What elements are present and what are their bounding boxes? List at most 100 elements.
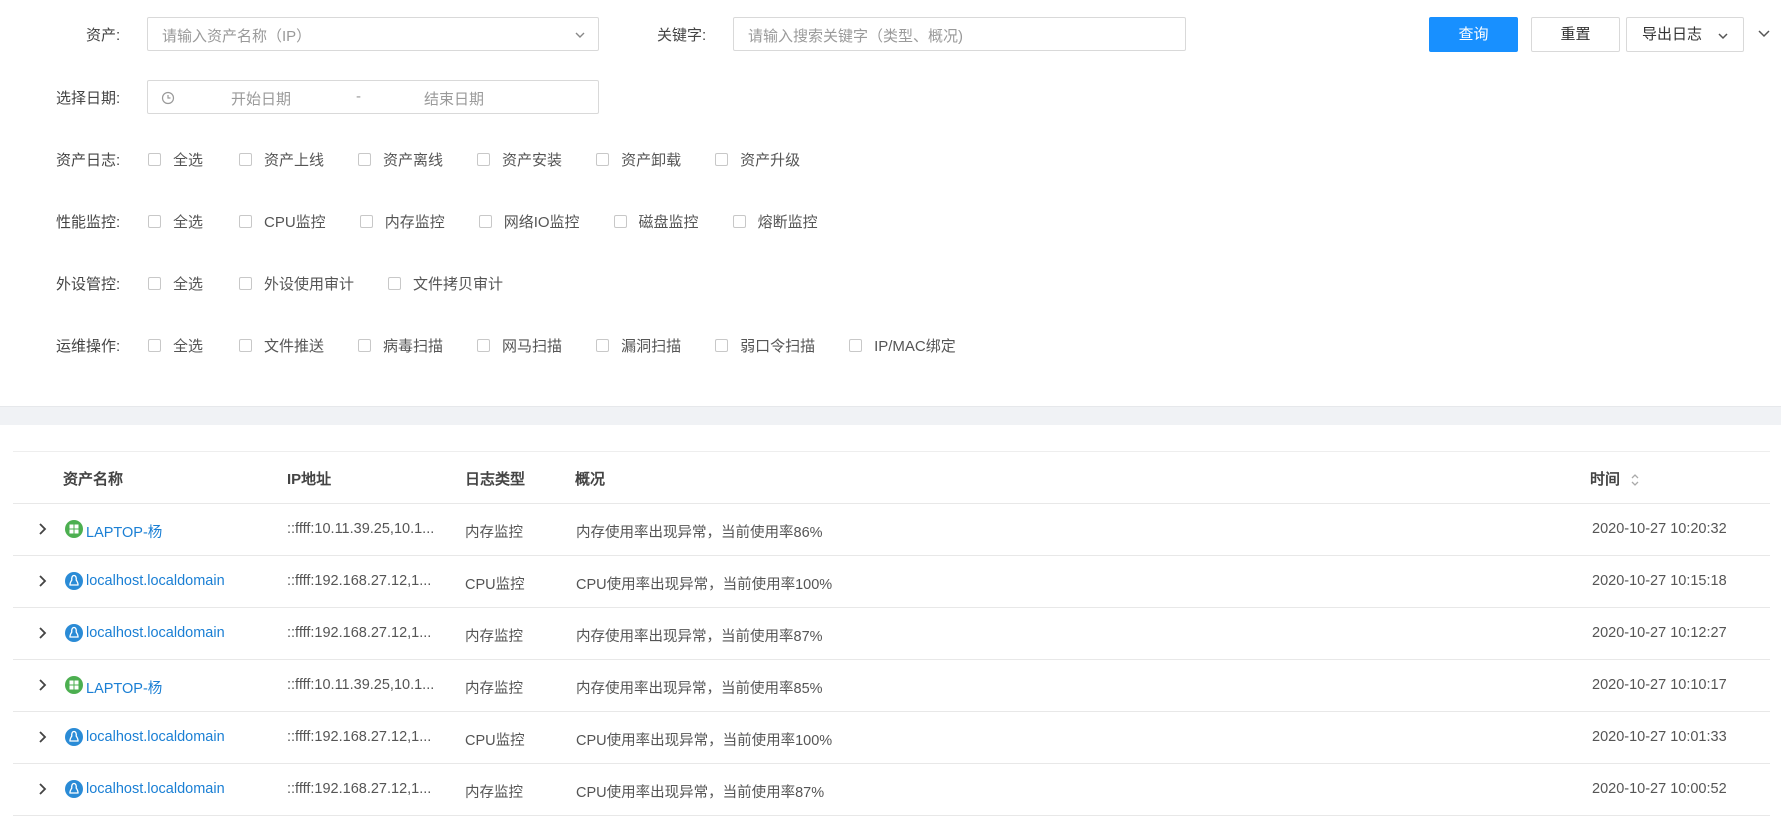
keyword-input[interactable]: 请输入搜索关键字（类型、概况): [733, 17, 1186, 51]
chevron-right-icon[interactable]: [35, 781, 51, 797]
checkbox-file-copy-audit[interactable]: 文件拷贝审计: [388, 273, 503, 294]
table-row[interactable]: LAPTOP-杨 ::ffff:10.11.39.25,10.1... 内存监控…: [13, 660, 1770, 712]
chevron-right-icon[interactable]: [35, 729, 51, 745]
summary: 内存使用率出现异常，当前使用率85%: [576, 681, 823, 697]
checkbox-box[interactable]: [148, 214, 161, 228]
table-row[interactable]: localhost.localdomain ::ffff:192.168.27.…: [13, 608, 1770, 660]
header-time-label: 时间: [1590, 471, 1621, 488]
log-time: 2020-10-27 10:20:32: [1592, 521, 1727, 537]
checkbox-peripheral-usage-audit[interactable]: 外设使用审计: [239, 273, 354, 294]
asset-name-link[interactable]: localhost.localdomain: [86, 625, 225, 641]
checkbox-memory-monitor[interactable]: 内存监控: [359, 211, 445, 232]
checkbox-virus-scan[interactable]: 病毒扫描: [358, 335, 443, 356]
checkbox-box[interactable]: [715, 152, 729, 166]
export-log-label: 导出日志: [1642, 26, 1703, 43]
table-header: 资产名称 IP地址 日志类型 概况 时间: [13, 451, 1770, 504]
checkbox-asset-upgrade[interactable]: 资产升级: [715, 149, 800, 170]
checkbox-label: 网马扫描: [502, 337, 563, 355]
checkbox-disk-monitor[interactable]: 磁盘监控: [613, 211, 699, 232]
asset-placeholder: 请输入资产名称（IP）: [162, 28, 312, 45]
summary: 内存使用率出现异常，当前使用率86%: [576, 525, 823, 541]
checkbox-box[interactable]: [477, 338, 491, 352]
checkbox-box[interactable]: [239, 214, 253, 228]
table-row[interactable]: localhost.localdomain ::ffff:192.168.27.…: [13, 764, 1770, 816]
checkbox-box[interactable]: [148, 338, 161, 352]
asset-name-link[interactable]: LAPTOP-杨: [86, 521, 162, 542]
checkbox-label: 内存监控: [384, 213, 445, 231]
checkbox-box[interactable]: [732, 214, 746, 228]
checkbox-box[interactable]: [358, 338, 372, 352]
linux-icon: [65, 572, 83, 590]
checkbox-box[interactable]: [596, 338, 610, 352]
checkbox-select-all[interactable]: 全选: [148, 149, 203, 170]
chevron-right-icon[interactable]: [35, 625, 51, 641]
chevron-right-icon[interactable]: [35, 677, 51, 693]
sort-icon[interactable]: [1630, 472, 1640, 488]
export-log-button[interactable]: 导出日志: [1626, 17, 1744, 52]
checkbox-weak-password-scan[interactable]: 弱口令扫描: [715, 335, 815, 356]
checkbox-box[interactable]: [596, 152, 610, 166]
reset-button[interactable]: 重置: [1531, 17, 1620, 52]
checkbox-label: 文件推送: [264, 337, 325, 355]
checkbox-asset-uninstall[interactable]: 资产卸载: [596, 149, 681, 170]
checkbox-box[interactable]: [477, 152, 491, 166]
query-button[interactable]: 查询: [1429, 17, 1518, 52]
table-row[interactable]: LAPTOP-杨 ::ffff:10.11.39.25,10.1... 内存监控…: [13, 504, 1770, 556]
checkbox-asset-install[interactable]: 资产安装: [477, 149, 562, 170]
checkbox-asset-online[interactable]: 资产上线: [239, 149, 324, 170]
checkbox-box[interactable]: [239, 152, 253, 166]
checkbox-label: 资产升级: [740, 151, 801, 169]
checkbox-box[interactable]: [148, 152, 161, 166]
checkbox-box[interactable]: [358, 152, 372, 166]
checkbox-vulnerability-scan[interactable]: 漏洞扫描: [596, 335, 681, 356]
ip-address: ::ffff:192.168.27.12,1...: [287, 781, 432, 797]
chevron-right-icon[interactable]: [35, 573, 51, 589]
checkbox-box[interactable]: [148, 276, 161, 290]
peripheral-filter-row: 外设管控: 全选 外设使用审计 文件拷贝审计: [56, 272, 537, 294]
checkbox-network-io-monitor[interactable]: 网络IO监控: [478, 211, 580, 232]
chevron-down-icon: [575, 32, 585, 38]
header-time[interactable]: 时间: [1590, 468, 1640, 489]
log-type: 内存监控: [465, 525, 523, 541]
table-row[interactable]: localhost.localdomain ::ffff:192.168.27.…: [13, 556, 1770, 608]
linux-icon: [65, 728, 83, 746]
checkbox-box[interactable]: [849, 338, 863, 352]
checkbox-asset-offline[interactable]: 资产离线: [358, 149, 443, 170]
summary: CPU使用率出现异常，当前使用率100%: [576, 577, 833, 593]
checkbox-select-all[interactable]: 全选: [148, 211, 203, 232]
checkbox-ip-mac-binding[interactable]: IP/MAC绑定: [849, 335, 956, 356]
asset-log-filter-row: 资产日志: 全选 资产上线 资产离线 资产安装 资产卸载 资产升级: [56, 148, 834, 170]
table-row[interactable]: localhost.localdomain ::ffff:192.168.27.…: [13, 712, 1770, 764]
checkbox-box[interactable]: [715, 338, 729, 352]
checkbox-box[interactable]: [613, 214, 627, 228]
date-range-picker[interactable]: 开始日期 - 结束日期: [147, 80, 599, 114]
checkbox-box[interactable]: [478, 214, 492, 228]
asset-name-link[interactable]: LAPTOP-杨: [86, 677, 162, 698]
chevron-right-icon[interactable]: [35, 521, 51, 537]
checkbox-label: 漏洞扫描: [621, 337, 682, 355]
checkbox-box[interactable]: [239, 338, 253, 352]
linux-icon: [65, 624, 83, 642]
section-divider: [0, 406, 1781, 425]
collapse-filters-icon[interactable]: [1757, 28, 1771, 40]
checkbox-select-all[interactable]: 全选: [148, 273, 203, 294]
checkbox-select-all[interactable]: 全选: [148, 335, 203, 356]
checkbox-webshell-scan[interactable]: 网马扫描: [477, 335, 562, 356]
checkbox-file-push[interactable]: 文件推送: [239, 335, 324, 356]
asset-name-link[interactable]: localhost.localdomain: [86, 781, 225, 797]
checkbox-label: 外设使用审计: [264, 275, 355, 293]
checkbox-box[interactable]: [239, 276, 253, 290]
checkbox-box[interactable]: [388, 276, 402, 290]
windows-icon: [65, 520, 83, 538]
windows-icon: [65, 676, 83, 694]
checkbox-cpu-monitor[interactable]: CPU监控: [239, 211, 326, 232]
checkbox-label: 全选: [173, 151, 204, 169]
asset-name-link[interactable]: localhost.localdomain: [86, 729, 225, 745]
asset-select[interactable]: 请输入资产名称（IP）: [147, 17, 599, 51]
asset-name-link[interactable]: localhost.localdomain: [86, 573, 225, 589]
checkbox-circuit-breaker-monitor[interactable]: 熔断监控: [732, 211, 818, 232]
checkbox-box[interactable]: [359, 214, 373, 228]
header-ip: IP地址: [287, 471, 332, 488]
log-type: 内存监控: [465, 629, 523, 645]
ip-address: ::ffff:10.11.39.25,10.1...: [287, 521, 435, 537]
